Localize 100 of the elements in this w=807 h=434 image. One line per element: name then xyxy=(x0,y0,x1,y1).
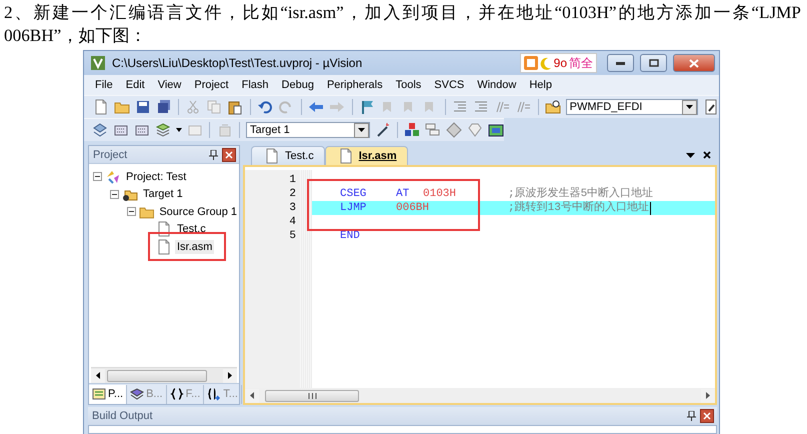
collapse-icon xyxy=(110,190,119,199)
collapse-icon xyxy=(93,172,102,182)
tree-item[interactable]: Source Group 1 xyxy=(157,204,239,219)
ime-indicator[interactable]: 9o 简全 xyxy=(520,53,597,73)
target-dropdown[interactable]: Target 1 xyxy=(246,122,370,138)
book-icon xyxy=(130,387,144,401)
dropdown-arrow-button[interactable] xyxy=(682,100,698,114)
document-icon xyxy=(264,148,280,164)
pin-icon xyxy=(687,411,696,421)
document-icon xyxy=(92,99,108,115)
menu-item[interactable]: Debug xyxy=(274,79,320,91)
diamond-icon xyxy=(446,122,462,138)
project-icon xyxy=(105,168,121,185)
project-window-icon xyxy=(92,387,106,401)
toolbar-button[interactable] xyxy=(404,121,421,139)
menu-item[interactable]: Flash xyxy=(234,79,275,91)
menu-item[interactable]: Peripherals xyxy=(320,79,389,91)
code-token: AT xyxy=(396,187,410,201)
right-arrow-icon xyxy=(706,392,710,399)
left-arrow-icon xyxy=(96,372,100,379)
caret-down-icon xyxy=(358,128,366,132)
tree-item[interactable]: Isr.asm xyxy=(175,240,214,254)
left-arrow-icon xyxy=(250,392,254,399)
layers-icon xyxy=(92,122,108,138)
ime-logo-icon xyxy=(524,56,538,70)
folder-search-icon xyxy=(545,99,562,115)
code-token: 006BH xyxy=(396,201,430,215)
editor-tab[interactable]: Isr.asm xyxy=(324,146,408,165)
scroll-right-button[interactable] xyxy=(223,368,237,382)
code-comment: ;跳转到13号中断的入口地址 xyxy=(508,201,649,215)
tree-item[interactable]: Project: Test xyxy=(124,170,188,184)
device-dropdown[interactable]: PWMFD_EFDI xyxy=(566,99,698,115)
dropdown-icon[interactable] xyxy=(686,152,695,158)
line-number: 5 xyxy=(288,229,297,243)
code-token: CSEG xyxy=(340,187,368,201)
colored-blocks-icon xyxy=(404,122,420,138)
close-button[interactable] xyxy=(673,54,715,72)
horizontal-scrollbar[interactable] xyxy=(91,367,237,383)
grip-icon xyxy=(308,392,316,398)
scrollbar-thumb[interactable] xyxy=(265,390,359,402)
gem-icon xyxy=(466,122,483,138)
scroll-left-button[interactable] xyxy=(91,368,105,382)
floppy-disks-icon xyxy=(156,99,172,115)
document-icon xyxy=(156,238,172,255)
scrollbar-thumb[interactable] xyxy=(107,370,207,382)
close-button[interactable] xyxy=(222,148,236,162)
collapse-icon xyxy=(127,207,136,216)
menu-item[interactable]: Project xyxy=(187,79,235,91)
app-icon xyxy=(90,55,106,71)
dropdown-arrow-button[interactable] xyxy=(354,122,370,138)
maximize-button[interactable] xyxy=(640,54,667,72)
flag-icon xyxy=(359,99,376,115)
editor-tab[interactable]: Test.c xyxy=(251,146,325,165)
tree-item[interactable]: Test.c xyxy=(175,222,208,236)
toolbar-button[interactable] xyxy=(155,98,172,116)
close-icon xyxy=(703,412,711,420)
punctuation-mode: 9o xyxy=(554,56,567,70)
minimize-button[interactable] xyxy=(607,54,634,72)
grayed-load-icon xyxy=(216,122,233,138)
menu-item[interactable]: View xyxy=(150,79,188,91)
code-token: LJMP xyxy=(340,201,368,215)
menu-item[interactable]: SVCS xyxy=(427,79,470,91)
code-token: END xyxy=(340,229,361,243)
line-number: 2 xyxy=(288,187,297,201)
code-comment: ;原波形发生器5中断入口地址 xyxy=(508,187,654,201)
minimize-icon xyxy=(616,62,625,64)
left-arrow-icon xyxy=(308,99,324,115)
close-icon xyxy=(689,58,699,68)
input-mode: 简全 xyxy=(569,54,593,72)
menu-item[interactable]: Edit xyxy=(118,79,151,91)
panel-tab[interactable]: P... xyxy=(89,384,128,404)
menu-item[interactable]: Tools xyxy=(388,79,428,91)
code-token: 0103H xyxy=(423,187,456,201)
close-icon[interactable] xyxy=(703,151,711,159)
tree-item[interactable]: Target 1 xyxy=(141,187,185,202)
window-title: C:\Users\Liu\Desktop\Test\Test.uvproj - µVision xyxy=(112,56,364,70)
menu-item[interactable]: Window xyxy=(470,79,522,91)
stacked-boxes-icon xyxy=(154,122,171,138)
caret-down-icon xyxy=(686,105,694,109)
clipboard-icon xyxy=(227,99,244,115)
comment-lines-icon xyxy=(515,99,532,115)
magic-wand-icon xyxy=(374,122,391,138)
toolbar-button[interactable] xyxy=(134,98,151,116)
maximize-icon xyxy=(648,59,658,67)
line-number: 1 xyxy=(288,173,297,187)
close-button[interactable] xyxy=(700,409,714,423)
menu-item[interactable]: Help xyxy=(522,79,558,91)
menu-item[interactable]: File xyxy=(88,79,119,91)
document-icon xyxy=(338,148,354,164)
horizontal-scrollbar[interactable] xyxy=(245,388,715,403)
copy-icon xyxy=(206,99,222,115)
chip-board-icon xyxy=(488,122,504,138)
close-icon xyxy=(225,150,233,158)
right-arrow-icon xyxy=(228,372,232,379)
code-editor[interactable]: 1 2 3 4 5 CSEG AT 0103H ;原波形发生器5中断入口地址 LJMP 006BH ;跳转到13号中断的入口地址 END xyxy=(243,165,717,405)
panel-title: Build Output xyxy=(92,410,154,422)
comment-lines-icon xyxy=(494,99,510,115)
toolbar-button[interactable] xyxy=(544,98,562,116)
windows-stack-icon xyxy=(425,122,442,138)
braces-icon xyxy=(170,387,184,401)
